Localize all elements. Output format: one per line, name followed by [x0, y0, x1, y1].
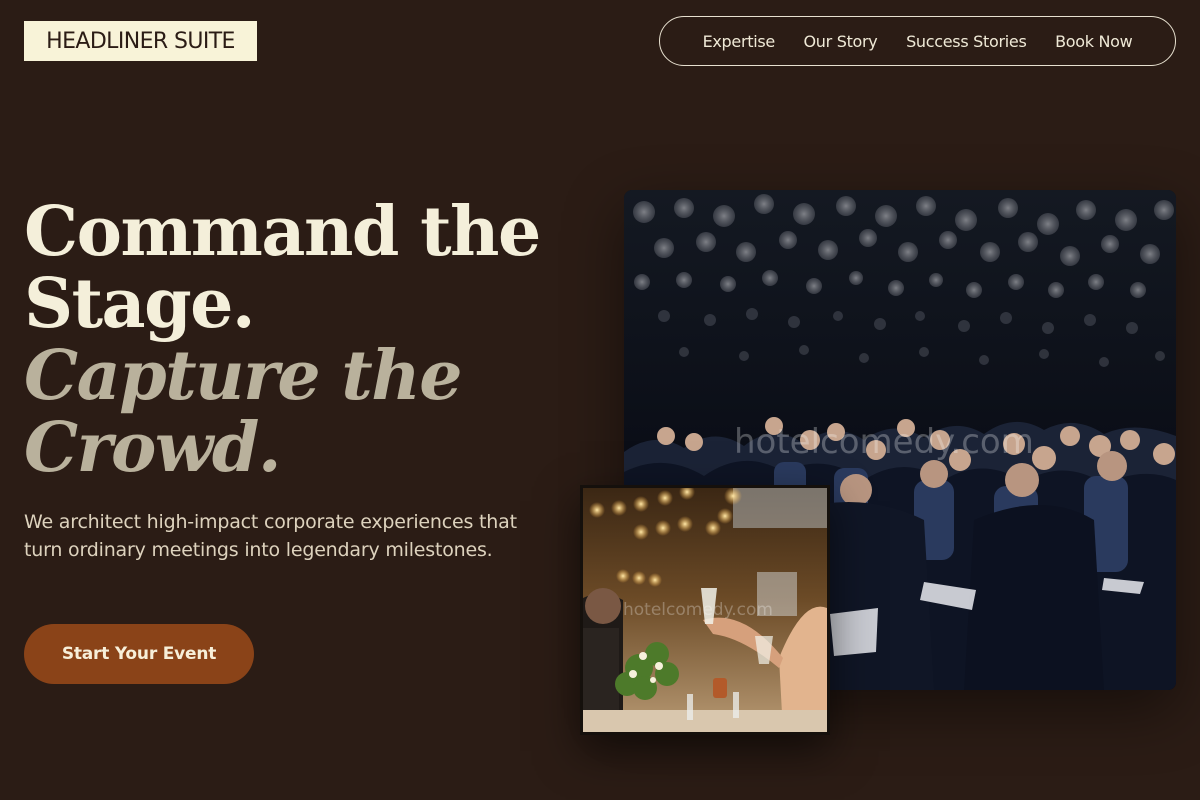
banquet-toast-photo: hotelcomedy.com [580, 485, 830, 735]
brand-logo[interactable]: HEADLINER SUITE [24, 21, 257, 61]
start-event-button[interactable]: Start Your Event [24, 624, 254, 684]
main-nav: Expertise Our Story Success Stories Book… [659, 16, 1176, 66]
headline-italic-line-2: Crowd. [24, 408, 282, 488]
nav-link-our-story[interactable]: Our Story [804, 32, 878, 51]
nav-link-success-stories[interactable]: Success Stories [906, 32, 1027, 51]
image-watermark-small: hotelcomedy.com [623, 600, 773, 620]
nav-link-book-now[interactable]: Book Now [1055, 32, 1133, 51]
hero-description: We architect high-impact corporate exper… [24, 511, 517, 561]
nav-link-expertise[interactable]: Expertise [703, 32, 776, 51]
headline-line-2: Stage. [24, 264, 256, 344]
image-watermark: hotelcomedy.com [734, 422, 1034, 462]
hero-headline: Command the Stage. Capture the Crowd. [24, 196, 584, 484]
headline-line-1: Command the [24, 192, 541, 272]
headline-italic-line-1: Capture the [24, 336, 462, 416]
